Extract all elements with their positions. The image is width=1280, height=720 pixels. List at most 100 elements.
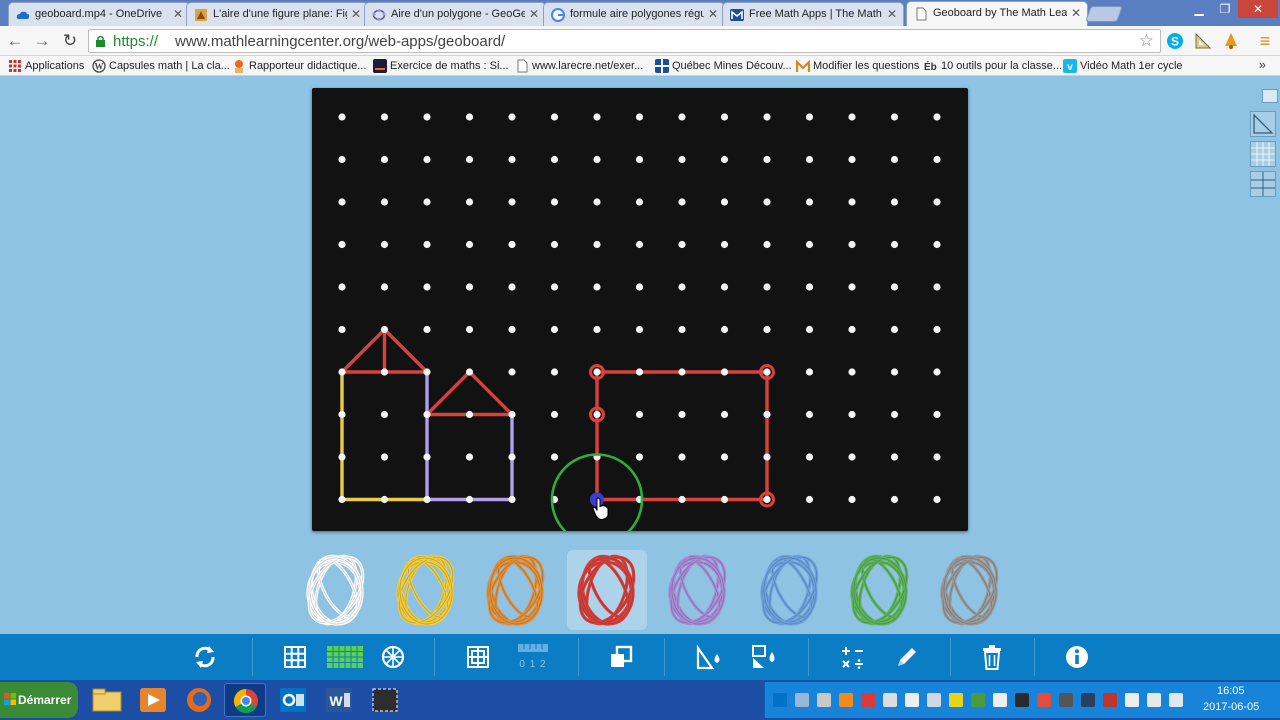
peg[interactable] bbox=[848, 410, 856, 419]
peg[interactable] bbox=[890, 198, 899, 206]
peg[interactable] bbox=[933, 368, 941, 376]
peg[interactable] bbox=[465, 410, 474, 419]
peg[interactable] bbox=[848, 283, 856, 291]
peg[interactable] bbox=[508, 240, 516, 249]
geoboard-board[interactable] bbox=[312, 88, 968, 531]
alert-tray-icon[interactable] bbox=[1037, 693, 1051, 707]
peg[interactable] bbox=[380, 283, 389, 291]
peg[interactable] bbox=[805, 240, 814, 249]
band-color-gray[interactable] bbox=[930, 550, 1010, 630]
peg[interactable] bbox=[593, 283, 601, 291]
bookmark-video-math[interactable]: v Vidéo Math 1er cycle bbox=[1063, 58, 1183, 74]
peg[interactable] bbox=[380, 368, 389, 376]
peg[interactable] bbox=[593, 113, 601, 121]
peg[interactable] bbox=[678, 283, 686, 291]
peg[interactable] bbox=[890, 325, 899, 334]
tab-close-icon[interactable]: ✕ bbox=[708, 6, 718, 22]
peg[interactable] bbox=[423, 155, 431, 164]
large-grid-board-icon[interactable] bbox=[326, 642, 364, 672]
v-tray-icon[interactable] bbox=[1015, 693, 1029, 707]
peg[interactable] bbox=[848, 113, 856, 121]
bookmark-modifier-questions[interactable]: Modifier les questions bbox=[796, 58, 919, 74]
peg[interactable] bbox=[890, 283, 899, 291]
peg[interactable] bbox=[720, 410, 729, 419]
peg[interactable] bbox=[763, 155, 771, 164]
peg[interactable] bbox=[933, 410, 941, 419]
rubber-band-0[interactable] bbox=[340, 370, 429, 502]
camera-tray-icon[interactable] bbox=[1059, 693, 1073, 707]
coordinates-ruler-button[interactable]: 0 1 2 bbox=[516, 642, 550, 672]
fill-all-shapes-icon[interactable] bbox=[750, 642, 780, 672]
restore-icon[interactable]: ❐ bbox=[1212, 0, 1238, 18]
peg[interactable] bbox=[465, 325, 474, 334]
peg[interactable] bbox=[380, 240, 389, 249]
close-window-icon[interactable]: ✕ bbox=[1238, 0, 1278, 18]
forward-arrow-icon[interactable]: → bbox=[31, 30, 53, 52]
peg[interactable] bbox=[890, 495, 899, 504]
band-color-purple[interactable] bbox=[658, 550, 738, 630]
peg[interactable] bbox=[338, 495, 346, 504]
peg[interactable] bbox=[763, 113, 771, 121]
peg[interactable] bbox=[890, 113, 899, 121]
peg[interactable] bbox=[720, 495, 729, 504]
peg[interactable] bbox=[593, 240, 601, 249]
peg[interactable] bbox=[380, 410, 389, 419]
peg[interactable] bbox=[380, 453, 389, 461]
panel-grid-tool[interactable] bbox=[1250, 141, 1276, 167]
peg[interactable] bbox=[890, 453, 899, 461]
browser-tab-geoboard[interactable]: Geoboard by The Math Learn ✕ bbox=[906, 1, 1088, 26]
peg[interactable] bbox=[890, 155, 899, 164]
peg[interactable] bbox=[338, 325, 346, 334]
bookmark-quebec-mines[interactable]: Québec Mines Découv... bbox=[655, 58, 792, 74]
peg[interactable] bbox=[593, 325, 601, 334]
peg[interactable] bbox=[720, 325, 729, 334]
peg[interactable] bbox=[933, 113, 941, 121]
peg[interactable] bbox=[423, 453, 431, 461]
panel-table-tool[interactable] bbox=[1250, 171, 1276, 197]
rubber-band-4[interactable] bbox=[425, 370, 514, 417]
taskbar-explorer[interactable] bbox=[86, 683, 128, 717]
peg[interactable] bbox=[380, 198, 389, 206]
clipboard-tray-icon[interactable] bbox=[1125, 693, 1139, 707]
peg[interactable] bbox=[720, 453, 729, 461]
tab-close-icon[interactable]: ✕ bbox=[529, 6, 539, 22]
math-operations-icon[interactable] bbox=[838, 642, 868, 672]
duplicate-band-icon[interactable] bbox=[606, 642, 636, 672]
peg[interactable] bbox=[805, 113, 814, 121]
tab-close-icon[interactable]: ✕ bbox=[351, 6, 361, 22]
peg[interactable] bbox=[635, 410, 644, 419]
peg[interactable] bbox=[933, 240, 941, 249]
peg[interactable] bbox=[635, 198, 644, 206]
peg[interactable] bbox=[593, 155, 601, 164]
peg[interactable] bbox=[423, 325, 431, 334]
minimize-icon[interactable]: ▁ bbox=[1186, 0, 1212, 18]
taskbar-outlook[interactable] bbox=[272, 683, 314, 717]
peg[interactable] bbox=[423, 283, 431, 291]
peg[interactable] bbox=[933, 453, 941, 461]
peg[interactable] bbox=[805, 495, 814, 504]
peg[interactable] bbox=[678, 113, 686, 121]
menu-hamburger-icon[interactable]: ≡ bbox=[1254, 30, 1276, 52]
keyboard-tray-icon[interactable] bbox=[795, 693, 809, 707]
address-bar[interactable]: https:// www.mathlearningcenter.org/web-… bbox=[88, 29, 1161, 53]
display-tray-icon[interactable] bbox=[1081, 693, 1095, 707]
fill-shape-icon[interactable] bbox=[694, 642, 724, 672]
browser-tab-aire-figure[interactable]: L'aire d'une figure plane: Fig ✕ bbox=[186, 2, 368, 26]
back-arrow-icon[interactable]: ← bbox=[4, 30, 26, 52]
taskbar-firefox[interactable] bbox=[178, 683, 220, 717]
taskbar-word[interactable]: W bbox=[318, 683, 360, 717]
peg[interactable] bbox=[848, 495, 856, 504]
bookmark-larecre[interactable]: www.larecre.net/exer... bbox=[515, 58, 643, 74]
outlook-tray-icon[interactable] bbox=[773, 693, 787, 707]
peg[interactable] bbox=[720, 113, 729, 121]
peg[interactable] bbox=[508, 155, 516, 164]
rubber-band-1[interactable] bbox=[425, 370, 514, 502]
peg[interactable] bbox=[763, 283, 771, 291]
bookmark-10-outils[interactable]: Éb 10 outils pour la classe... bbox=[924, 58, 1062, 74]
close-panel-icon[interactable] bbox=[1262, 89, 1278, 103]
peg[interactable] bbox=[805, 155, 814, 164]
peg[interactable] bbox=[423, 410, 431, 419]
peg[interactable] bbox=[720, 198, 729, 206]
peg[interactable] bbox=[508, 368, 516, 376]
peg[interactable] bbox=[720, 155, 729, 164]
